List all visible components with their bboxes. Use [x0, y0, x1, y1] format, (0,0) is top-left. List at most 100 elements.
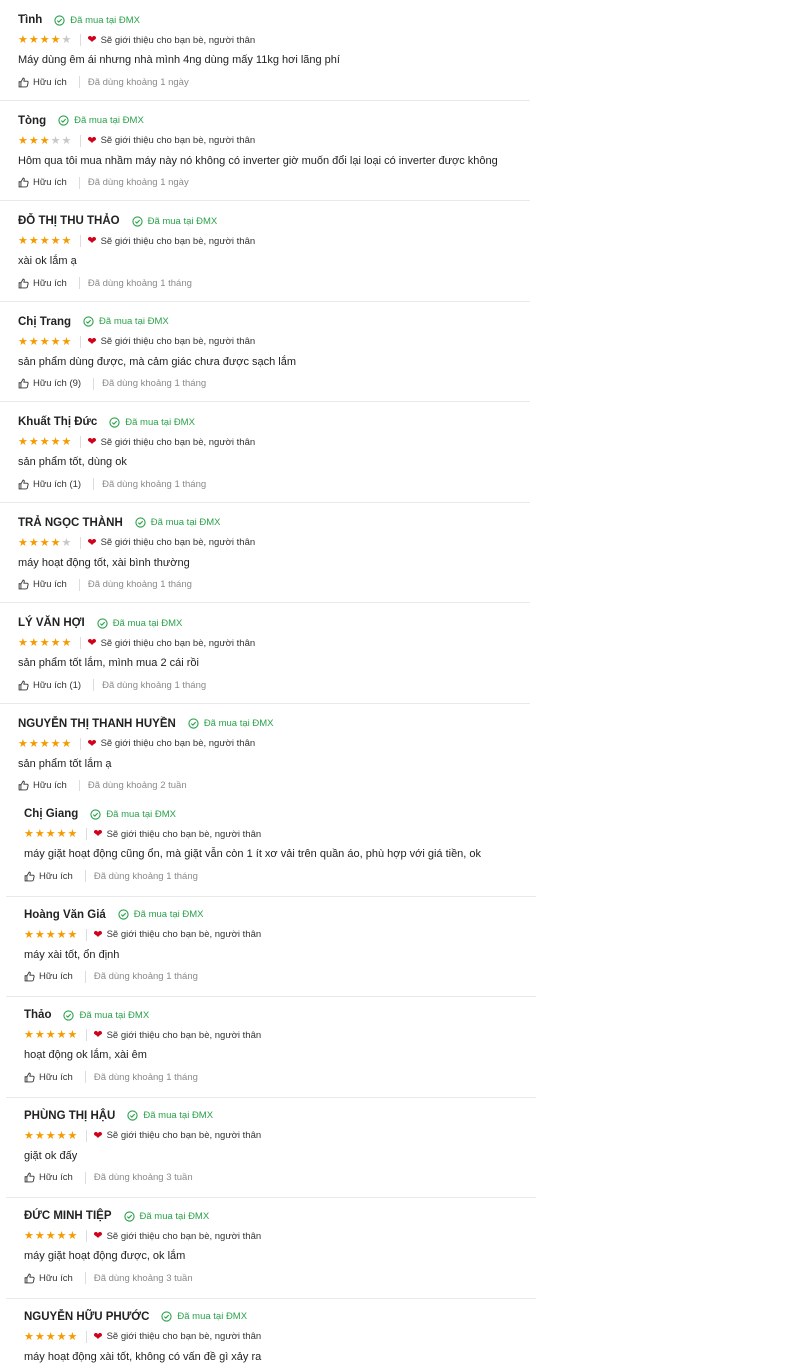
review-text: máy giặt hoạt động cũng ổn, mà giặt vẫn … — [24, 848, 482, 860]
usage-duration: Đã dùng khoảng 1 tháng — [93, 870, 198, 882]
star-icon: ★ — [18, 134, 28, 147]
star-icon: ★ — [18, 536, 28, 549]
usage-duration: Đã dùng khoảng 3 tuần — [93, 1172, 193, 1183]
recommend-label: Sẽ giới thiệu cho bạn bè, người thân — [106, 1230, 262, 1242]
helpful-button[interactable]: Hữu ích (1) — [18, 680, 81, 691]
star-icon: ★ — [28, 335, 39, 348]
star-icon: ★ — [67, 1129, 78, 1142]
star-rating: ★ ★ ★ ★ ★ — [24, 929, 78, 941]
review-text: máy hoạt động xài tốt, không có vấn đề g… — [24, 1350, 262, 1363]
star-icon: ★ — [61, 436, 72, 448]
star-icon: ★ — [67, 1029, 78, 1041]
helpful-button[interactable]: Hữu ích — [24, 1172, 73, 1183]
review-item: Chị Trang Đã mua tại ĐMX ★ ★ ★ ★ ★ ❤ Sẽ giới… — [0, 302, 530, 402]
verified-label: Đã mua tại ĐMX — [74, 115, 144, 126]
helpful-button[interactable]: Hữu ích — [24, 971, 73, 982]
star-icon: ★ — [50, 637, 61, 649]
reviewer-name: ĐỨC MINH TIỆP — [24, 1210, 112, 1222]
reviewer-name: Chị Giang — [24, 808, 79, 820]
helpful-button[interactable]: Hữu ích — [24, 1072, 73, 1083]
usage-duration: Đã dùng khoảng 2 tuần — [87, 780, 187, 791]
star-icon: ★ — [56, 1129, 67, 1142]
verified-badge: Đã mua tại ĐMX — [54, 15, 140, 26]
check-circle-icon — [63, 1009, 75, 1021]
helpful-label: Hữu ích — [39, 870, 73, 882]
helpful-button[interactable]: Hữu ích — [18, 780, 67, 791]
helpful-label: Hữu ích — [33, 780, 67, 791]
reviewer-name: Thảo — [24, 1009, 52, 1021]
thumbs-up-icon — [24, 1172, 35, 1183]
helpful-button[interactable]: Hữu ích — [18, 177, 67, 188]
star-rating: ★ ★ ★ ★ ★ — [24, 1130, 78, 1142]
verified-badge: Đã mua tại ĐMX — [127, 1110, 213, 1121]
star-rating: ★ ★ ★ ★ ★ — [18, 436, 72, 448]
star-icon: ★ — [50, 737, 61, 750]
star-rating: ★ ★ ★ ★ ★ — [24, 828, 78, 840]
check-circle-icon — [58, 115, 69, 126]
star-empty-icon: ★ — [50, 134, 61, 147]
star-icon: ★ — [56, 828, 67, 840]
verified-label: Đã mua tại ĐMX — [70, 14, 140, 26]
thumbs-up-icon — [18, 177, 29, 188]
recommend-label: Sẽ giới thiệu cho bạn bè, người thân — [106, 1331, 262, 1342]
reviewer-name: NGUYỄN THỊ THANH HUYỀN — [18, 717, 176, 730]
star-icon: ★ — [67, 1230, 78, 1242]
usage-duration: Đã dùng khoảng 1 tháng — [102, 378, 207, 389]
review-item: Thảo Đã mua tại ĐMX ★ ★ ★ ★ ★ ❤ Sẽ giới thiệ… — [6, 997, 536, 1098]
review-list: Tình Đã mua tại ĐMX ★ ★ ★ ★ ★ ❤ Sẽ giới thiệ… — [0, 0, 530, 791]
star-icon: ★ — [39, 134, 50, 147]
usage-duration: Đã dùng khoảng 1 tháng — [87, 277, 192, 289]
verified-label: Đã mua tại ĐMX — [143, 1110, 214, 1121]
verified-badge: Đã mua tại ĐMX — [58, 115, 144, 126]
thumbs-up-icon — [24, 1072, 35, 1082]
helpful-label: Hữu ích — [39, 1272, 73, 1284]
review-item: TRẢ NGỌC THÀNH Đã mua tại ĐMX ★ ★ ★ ★ ★ ❤ Sẽ… — [0, 503, 530, 603]
helpful-button[interactable]: Hữu ích — [18, 579, 67, 590]
star-icon: ★ — [18, 335, 28, 348]
recommend-label: Sẽ giới thiệu cho bạn bè, người thân — [100, 135, 256, 146]
helpful-button[interactable]: Hữu ích — [18, 77, 67, 88]
review-item: ĐỨC MINH TIỆP Đã mua tại ĐMX ★ ★ ★ ★ ★ ❤ Sẽ … — [6, 1198, 536, 1299]
verified-badge: Đã mua tại ĐMX — [90, 809, 176, 820]
helpful-button[interactable]: Hữu ích — [18, 278, 67, 289]
review-item: ĐỖ THỊ THU THẢO Đã mua tại ĐMX ★ ★ ★ ★ ★ ❤ S… — [0, 201, 530, 302]
check-circle-icon — [131, 215, 143, 227]
star-icon: ★ — [61, 335, 72, 348]
thumbs-up-icon — [18, 680, 29, 690]
verified-label: Đã mua tại ĐMX — [133, 909, 204, 920]
recommend-label: Sẽ giới thiệu cho bạn bè, người thân — [100, 738, 256, 749]
usage-duration: Đã dùng khoảng 1 tháng — [102, 679, 207, 691]
verified-badge: Đã mua tại ĐMX — [83, 316, 169, 327]
thumbs-up-icon — [24, 1273, 35, 1283]
usage-duration: Đã dùng khoảng 3 tuần — [93, 1272, 193, 1284]
star-icon: ★ — [50, 436, 61, 448]
star-icon: ★ — [24, 1230, 34, 1242]
star-icon: ★ — [50, 34, 61, 46]
verified-label: Đã mua tại ĐMX — [106, 808, 176, 820]
star-icon: ★ — [34, 828, 45, 840]
star-icon: ★ — [39, 235, 50, 247]
recommend-label: Sẽ giới thiệu cho bạn bè, người thân — [100, 436, 256, 448]
review-item: Tòng Đã mua tại ĐMX ★ ★ ★ ★ ★ ❤ Sẽ giới thiệ… — [0, 101, 530, 201]
star-icon: ★ — [28, 536, 39, 549]
helpful-button[interactable]: Hữu ích — [24, 871, 73, 882]
helpful-button[interactable]: Hữu ích (1) — [18, 479, 81, 490]
star-icon: ★ — [28, 235, 39, 247]
heart-icon: ❤ — [87, 34, 97, 46]
star-icon: ★ — [18, 436, 28, 448]
verified-badge: Đã mua tại ĐMX — [63, 1010, 149, 1021]
heart-icon: ❤ — [93, 1129, 103, 1142]
reviewer-name: Tòng — [18, 114, 47, 127]
star-icon: ★ — [28, 134, 39, 147]
review-text: Hôm qua tôi mua nhầm máy này nó không có… — [18, 154, 498, 167]
star-icon: ★ — [45, 1330, 56, 1343]
star-icon: ★ — [50, 335, 61, 348]
star-rating: ★ ★ ★ ★ ★ — [18, 637, 72, 649]
star-icon: ★ — [34, 1029, 45, 1041]
helpful-button[interactable]: Hữu ích (9) — [18, 378, 81, 389]
recommend-label: Sẽ giới thiệu cho bạn bè, người thân — [106, 1029, 262, 1041]
helpful-button[interactable]: Hữu ích — [24, 1273, 73, 1284]
star-empty-icon: ★ — [61, 134, 72, 147]
review-text: sản phẩm tốt lắm, mình mua 2 cái rồi — [18, 657, 199, 669]
star-rating: ★ ★ ★ ★ ★ — [18, 537, 72, 549]
